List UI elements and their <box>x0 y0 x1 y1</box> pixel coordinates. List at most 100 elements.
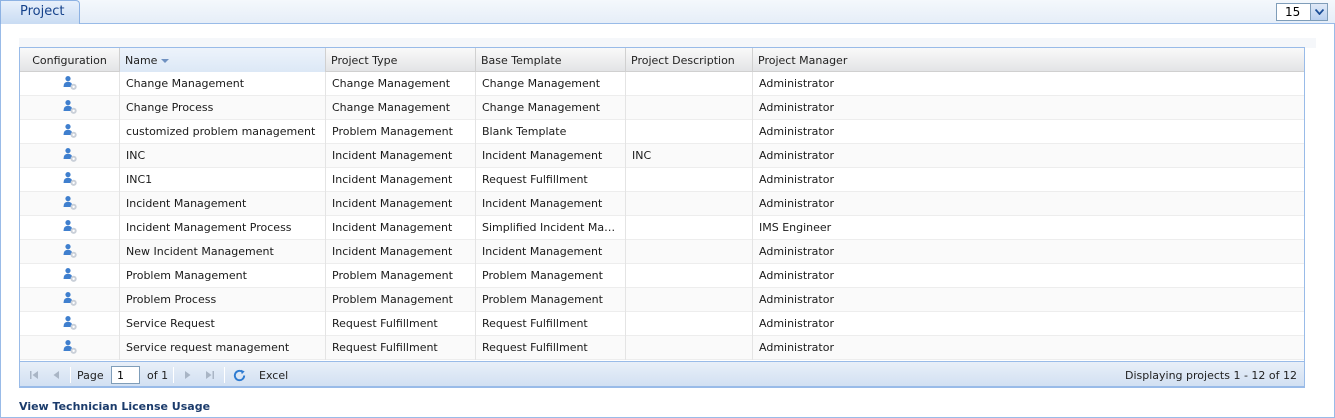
cell-project-manager: Administrator <box>759 125 834 138</box>
table-row[interactable]: INC Incident Management Incident Managemen… <box>20 144 1304 168</box>
cell-project-type: Request Fulfillment <box>326 312 476 336</box>
cell-project-type: Problem Management <box>326 120 476 144</box>
configure-project-icon[interactable] <box>62 291 78 310</box>
configure-project-icon[interactable] <box>62 75 78 94</box>
cell-project-description <box>626 120 753 144</box>
table-row[interactable]: New Incident Management Incident Manageme… <box>20 240 1304 264</box>
configure-project-icon[interactable] <box>62 195 78 214</box>
col-header-project-type[interactable]: Project Type <box>326 48 476 72</box>
configure-project-icon[interactable] <box>62 219 78 238</box>
cell-name: customized problem management <box>120 120 326 144</box>
cell-base-template: Request Fulfillment <box>476 336 626 360</box>
page-size-select[interactable]: 15 <box>1276 3 1328 21</box>
next-page-icon[interactable] <box>180 367 196 383</box>
col-header-project-description[interactable]: Project Description <box>626 48 753 72</box>
page-size-value: 15 <box>1285 5 1301 19</box>
table-row[interactable]: Service Request Request Fulfillment Reques… <box>20 312 1304 336</box>
cell-base-template: Request Fulfillment <box>476 312 626 336</box>
cell-project-description <box>626 192 753 216</box>
configure-project-icon[interactable] <box>62 123 78 142</box>
cell-configuration <box>20 144 120 168</box>
cell-project-manager: Administrator <box>759 341 834 354</box>
cell-name: Service Request <box>120 312 326 336</box>
table-row[interactable]: Service request management Request Fulfil… <box>20 336 1304 360</box>
page-number-input[interactable]: 1 <box>111 366 140 384</box>
cell-project-manager: Administrator <box>759 269 834 282</box>
cell-project-description <box>626 336 753 360</box>
cell-base-template: Simplified Incident Manage... <box>476 216 626 240</box>
page-label: Page <box>77 369 104 382</box>
display-info: Displaying projects 1 - 12 of 12 <box>1124 369 1297 382</box>
cell-project-description <box>626 96 753 120</box>
col-header-base-template[interactable]: Base Template <box>476 48 626 72</box>
toolbar-separator <box>224 367 225 383</box>
cell-configuration <box>20 120 120 144</box>
grid-header: Configuration Name Project Type Base Tem… <box>20 48 1304 72</box>
configure-project-icon[interactable] <box>62 99 78 118</box>
cell-project-manager: Administrator <box>759 173 834 186</box>
cell-project-description <box>626 72 753 96</box>
last-page-icon[interactable] <box>202 367 218 383</box>
cell-project-manager: Administrator <box>759 293 834 306</box>
cell-project-manager: IMS Engineer <box>759 221 832 234</box>
configure-project-icon[interactable] <box>62 315 78 334</box>
cell-configuration <box>20 96 120 120</box>
refresh-icon[interactable] <box>231 367 247 383</box>
projects-grid: Configuration Name Project Type Base Tem… <box>19 47 1305 388</box>
cell-project-manager: Administrator <box>759 317 834 330</box>
table-row[interactable]: INC1 Incident Management Request Fulfillme… <box>20 168 1304 192</box>
configure-project-icon[interactable] <box>62 243 78 262</box>
cell-project-type: Incident Management <box>326 192 476 216</box>
configure-project-icon[interactable] <box>62 147 78 166</box>
cell-configuration <box>20 168 120 192</box>
cell-name: Incident Management <box>120 192 326 216</box>
cell-project-description <box>626 240 753 264</box>
table-row[interactable]: Change Management Change Management Change… <box>20 72 1304 96</box>
cell-project-description <box>626 312 753 336</box>
cell-base-template: Incident Management <box>476 240 626 264</box>
col-header-configuration[interactable]: Configuration <box>20 48 120 72</box>
table-row[interactable]: Problem Process Problem Management Problem… <box>20 288 1304 312</box>
cell-configuration <box>20 264 120 288</box>
cell-project-type: Incident Management <box>326 168 476 192</box>
cell-base-template: Incident Management <box>476 144 626 168</box>
first-page-icon[interactable] <box>26 367 42 383</box>
table-row[interactable]: Change Process Change Management Change Ma… <box>20 96 1304 120</box>
cell-configuration <box>20 72 120 96</box>
configure-project-icon[interactable] <box>62 171 78 190</box>
cell-configuration <box>20 216 120 240</box>
cell-project-type: Request Fulfillment <box>326 336 476 360</box>
page-count-label: of 1 <box>147 369 169 382</box>
panel-tab-bar: Project 15 <box>0 0 1335 24</box>
cell-base-template: Incident Management <box>476 192 626 216</box>
cell-project-manager: Administrator <box>759 101 834 114</box>
view-technician-license-usage-link[interactable]: View Technician License Usage <box>19 400 210 413</box>
table-row[interactable]: customized problem management Problem Man… <box>20 120 1304 144</box>
cell-project-description: INC <box>626 144 753 168</box>
page-number-value: 1 <box>117 369 124 382</box>
cell-project-manager: Administrator <box>759 77 834 90</box>
cell-project-type: Change Management <box>326 96 476 120</box>
configure-project-icon[interactable] <box>62 339 78 358</box>
tab-project[interactable]: Project <box>0 0 80 24</box>
cell-project-type: Incident Management <box>326 216 476 240</box>
cell-project-description <box>626 288 753 312</box>
cell-project-type: Incident Management <box>326 144 476 168</box>
configure-project-icon[interactable] <box>62 267 78 286</box>
table-row[interactable]: Incident Management Incident Management In… <box>20 192 1304 216</box>
cell-base-template: Blank Template <box>476 120 626 144</box>
table-row[interactable]: Problem Management Problem Management Prob… <box>20 264 1304 288</box>
cell-base-template: Change Management <box>476 72 626 96</box>
chevron-down-icon[interactable] <box>1310 4 1327 20</box>
cell-name: Change Management <box>120 72 326 96</box>
table-row[interactable]: Incident Management Process Incident Mana… <box>20 216 1304 240</box>
cell-project-manager: Administrator <box>759 149 834 162</box>
col-header-name[interactable]: Name <box>120 48 326 72</box>
col-header-project-manager[interactable]: Project Manager <box>753 48 1304 72</box>
cell-project-description <box>626 264 753 288</box>
cell-name: INC <box>120 144 326 168</box>
cell-base-template: Request Fulfillment <box>476 168 626 192</box>
excel-export-button[interactable]: Excel <box>259 369 288 382</box>
prev-page-icon[interactable] <box>48 367 64 383</box>
cell-name: INC1 <box>120 168 326 192</box>
